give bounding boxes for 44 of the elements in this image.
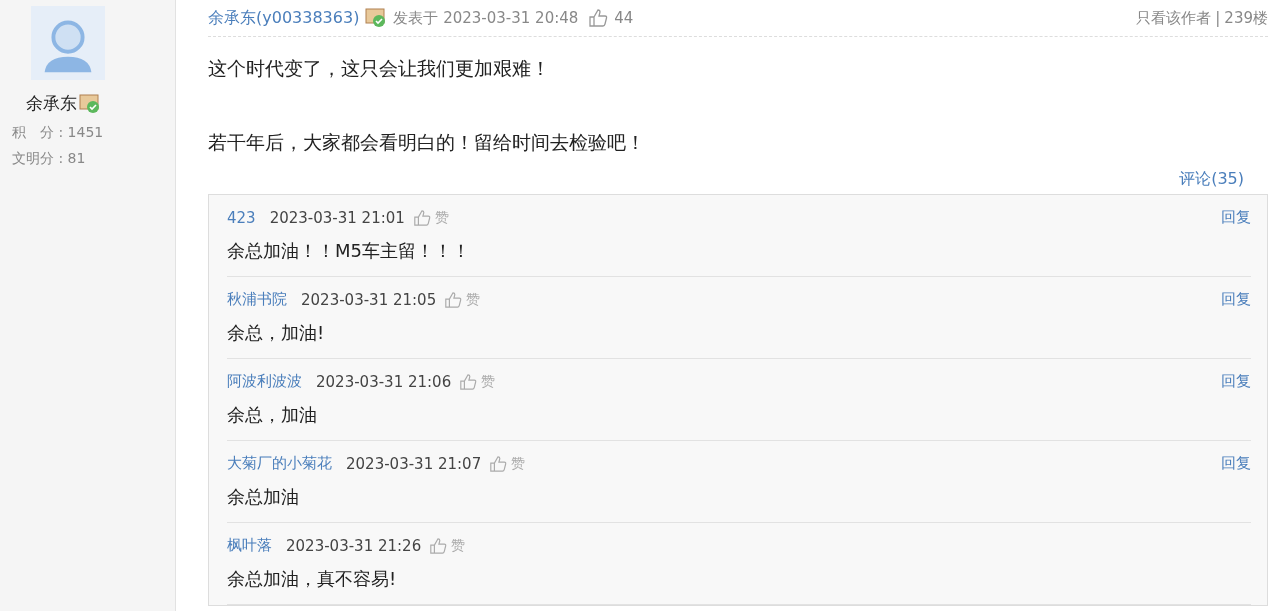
comment-time: 2023-03-31 21:01 <box>269 208 405 227</box>
like-label[interactable]: 赞 <box>481 372 496 391</box>
thumbs-up-icon[interactable] <box>489 454 508 473</box>
comment-text: 余总，加油! <box>227 321 326 345</box>
commenter-name[interactable]: 423 <box>227 208 256 227</box>
certificate-badge-icon <box>79 93 101 114</box>
comment-time: 2023-03-31 21:06 <box>316 372 452 391</box>
comment-time: 2023-03-31 21:07 <box>346 454 482 473</box>
like-label[interactable]: 赞 <box>451 536 466 555</box>
commenter-name[interactable]: 秋浦书院 <box>227 290 287 309</box>
thumbs-up-icon[interactable] <box>412 208 431 227</box>
comment-time: 2023-03-31 21:05 <box>301 290 437 309</box>
thumbs-up-icon[interactable] <box>429 536 448 555</box>
like-label[interactable]: 赞 <box>511 454 526 473</box>
thumbs-up-icon[interactable] <box>444 290 463 309</box>
reply-link[interactable]: 回复 <box>1221 290 1251 309</box>
reply-link[interactable]: 回复 <box>1221 208 1251 227</box>
comment-text: 余总加油，真不容易! <box>227 567 398 591</box>
like-label[interactable]: 赞 <box>434 208 449 227</box>
author-stat: 积 分 : 1451 <box>12 123 104 142</box>
comment-text: 余总，加油 <box>227 403 318 427</box>
post-time: 发表于 2023-03-31 20:48 <box>393 8 579 28</box>
like-count: 44 <box>614 9 634 27</box>
separator: | <box>1215 9 1221 27</box>
post-paragraph: 若干年后，大家都会看明白的！留给时间去检验吧！ <box>208 130 646 155</box>
author-link[interactable]: 余承东(y00338363) <box>208 7 360 29</box>
comments-link[interactable]: 评论(35) <box>1179 169 1244 190</box>
thumbs-up-icon[interactable] <box>459 372 478 391</box>
comment-text: 余总加油！！M5车主留！！！ <box>227 239 471 263</box>
like-label[interactable]: 赞 <box>466 290 481 309</box>
post-paragraph: 这个时代变了，这只会让我们更加艰难！ <box>208 56 551 81</box>
author-name: 余承东 <box>26 92 77 115</box>
certificate-badge-icon <box>365 8 388 28</box>
commenter-name[interactable]: 大菊厂的小菊花 <box>227 454 332 473</box>
commenter-name[interactable]: 枫叶落 <box>227 536 272 555</box>
thumbs-up-icon[interactable] <box>588 8 609 28</box>
reply-link[interactable]: 回复 <box>1221 454 1251 473</box>
reply-link[interactable]: 回复 <box>1221 372 1251 391</box>
only-author-link[interactable]: 只看该作者 <box>1136 8 1212 28</box>
commenter-name[interactable]: 阿波利波波 <box>227 372 302 391</box>
comment-text: 余总加油 <box>227 485 300 509</box>
author-stat: 文明分 : 81 <box>12 149 86 168</box>
comment-time: 2023-03-31 21:26 <box>286 536 422 555</box>
floor-number: 239楼 <box>1224 8 1268 28</box>
